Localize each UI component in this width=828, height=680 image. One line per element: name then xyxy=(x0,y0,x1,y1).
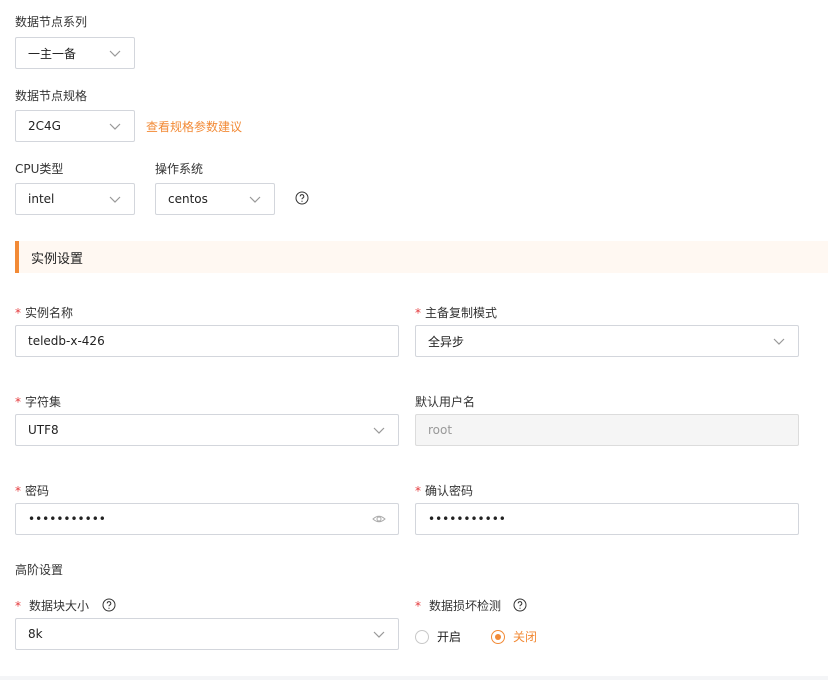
confirm-password-label-text: 确认密码 xyxy=(425,484,474,498)
chevron-down-icon xyxy=(373,631,385,638)
instance-name-input[interactable]: teledb-x-426 xyxy=(15,325,399,357)
confirm-password-label: * 确认密码 xyxy=(415,482,473,499)
cpu-type-value: intel xyxy=(28,192,55,206)
instance-name-label-text: 实例名称 xyxy=(25,306,74,320)
advanced-settings-title: 高阶设置 xyxy=(15,563,64,577)
required-mark: * xyxy=(15,598,21,613)
required-mark: * xyxy=(15,395,21,409)
password-label-text: 密码 xyxy=(25,484,50,498)
data-node-series-select[interactable]: 一主一备 xyxy=(15,37,135,69)
help-icon[interactable] xyxy=(295,191,309,205)
chevron-down-icon xyxy=(109,50,121,57)
default-user-input: root xyxy=(415,414,799,446)
data-node-series-label: 数据节点系列 xyxy=(15,15,88,29)
radio-circle xyxy=(415,629,429,644)
block-size-value: 8k xyxy=(28,627,43,641)
cpu-type-select[interactable]: intel xyxy=(15,183,135,215)
required-mark: * xyxy=(15,306,21,320)
required-mark: * xyxy=(415,598,421,613)
instance-name-label: * 实例名称 xyxy=(15,304,73,321)
radio-enable-label: 开启 xyxy=(437,630,462,644)
replication-mode-value: 全异步 xyxy=(428,334,465,349)
data-node-spec-label: 数据节点规格 xyxy=(15,89,88,103)
chevron-down-icon xyxy=(773,338,785,345)
block-size-label-text: 数据块大小 xyxy=(29,599,90,613)
bottom-divider xyxy=(0,676,828,680)
chevron-down-icon xyxy=(249,196,261,203)
os-select[interactable]: centos xyxy=(155,183,275,215)
replication-mode-label-text: 主备复制模式 xyxy=(425,306,498,320)
help-icon[interactable] xyxy=(102,598,116,612)
password-value: ••••••••••• xyxy=(28,512,106,526)
default-user-value: root xyxy=(428,423,453,437)
block-size-select[interactable]: 8k xyxy=(15,618,399,650)
confirm-password-value: ••••••••••• xyxy=(428,512,506,526)
radio-circle xyxy=(491,629,505,644)
cpu-type-label: CPU类型 xyxy=(15,162,64,176)
password-input[interactable]: ••••••••••• xyxy=(15,503,399,535)
data-node-spec-select[interactable]: 2C4G xyxy=(15,110,135,142)
chevron-down-icon xyxy=(373,427,385,434)
charset-value: UTF8 xyxy=(28,423,59,437)
help-icon[interactable] xyxy=(513,598,527,612)
replication-mode-label: * 主备复制模式 xyxy=(415,304,497,321)
data-node-series-value: 一主一备 xyxy=(28,46,77,61)
section-title: 实例设置 xyxy=(31,251,84,267)
instance-settings-section-header: 实例设置 xyxy=(15,241,828,273)
chevron-down-icon xyxy=(109,196,121,203)
view-spec-suggestion-link[interactable]: 查看规格参数建议 xyxy=(146,118,242,135)
radio-enable[interactable]: 开启 xyxy=(415,628,461,645)
default-user-label: 默认用户名 xyxy=(415,395,476,409)
password-label: * 密码 xyxy=(15,482,49,499)
required-mark: * xyxy=(15,484,21,498)
required-mark: * xyxy=(415,306,421,320)
confirm-password-input[interactable]: ••••••••••• xyxy=(415,503,799,535)
radio-disable[interactable]: 关闭 xyxy=(491,628,537,645)
block-size-label: * 数据块大小 xyxy=(15,597,89,614)
corruption-check-label-text: 数据损坏检测 xyxy=(429,599,502,613)
charset-select[interactable]: UTF8 xyxy=(15,414,399,446)
os-label: 操作系统 xyxy=(155,162,204,176)
required-mark: * xyxy=(415,484,421,498)
radio-disable-label: 关闭 xyxy=(513,630,538,644)
replication-mode-select[interactable]: 全异步 xyxy=(415,325,799,357)
eye-icon[interactable] xyxy=(372,512,386,526)
instance-name-value: teledb-x-426 xyxy=(28,334,105,348)
charset-label-text: 字符集 xyxy=(25,395,62,409)
charset-label: * 字符集 xyxy=(15,393,61,410)
corruption-check-label: * 数据损坏检测 xyxy=(415,597,501,614)
data-node-spec-value: 2C4G xyxy=(28,119,61,133)
os-value: centos xyxy=(168,192,208,206)
chevron-down-icon xyxy=(109,123,121,130)
